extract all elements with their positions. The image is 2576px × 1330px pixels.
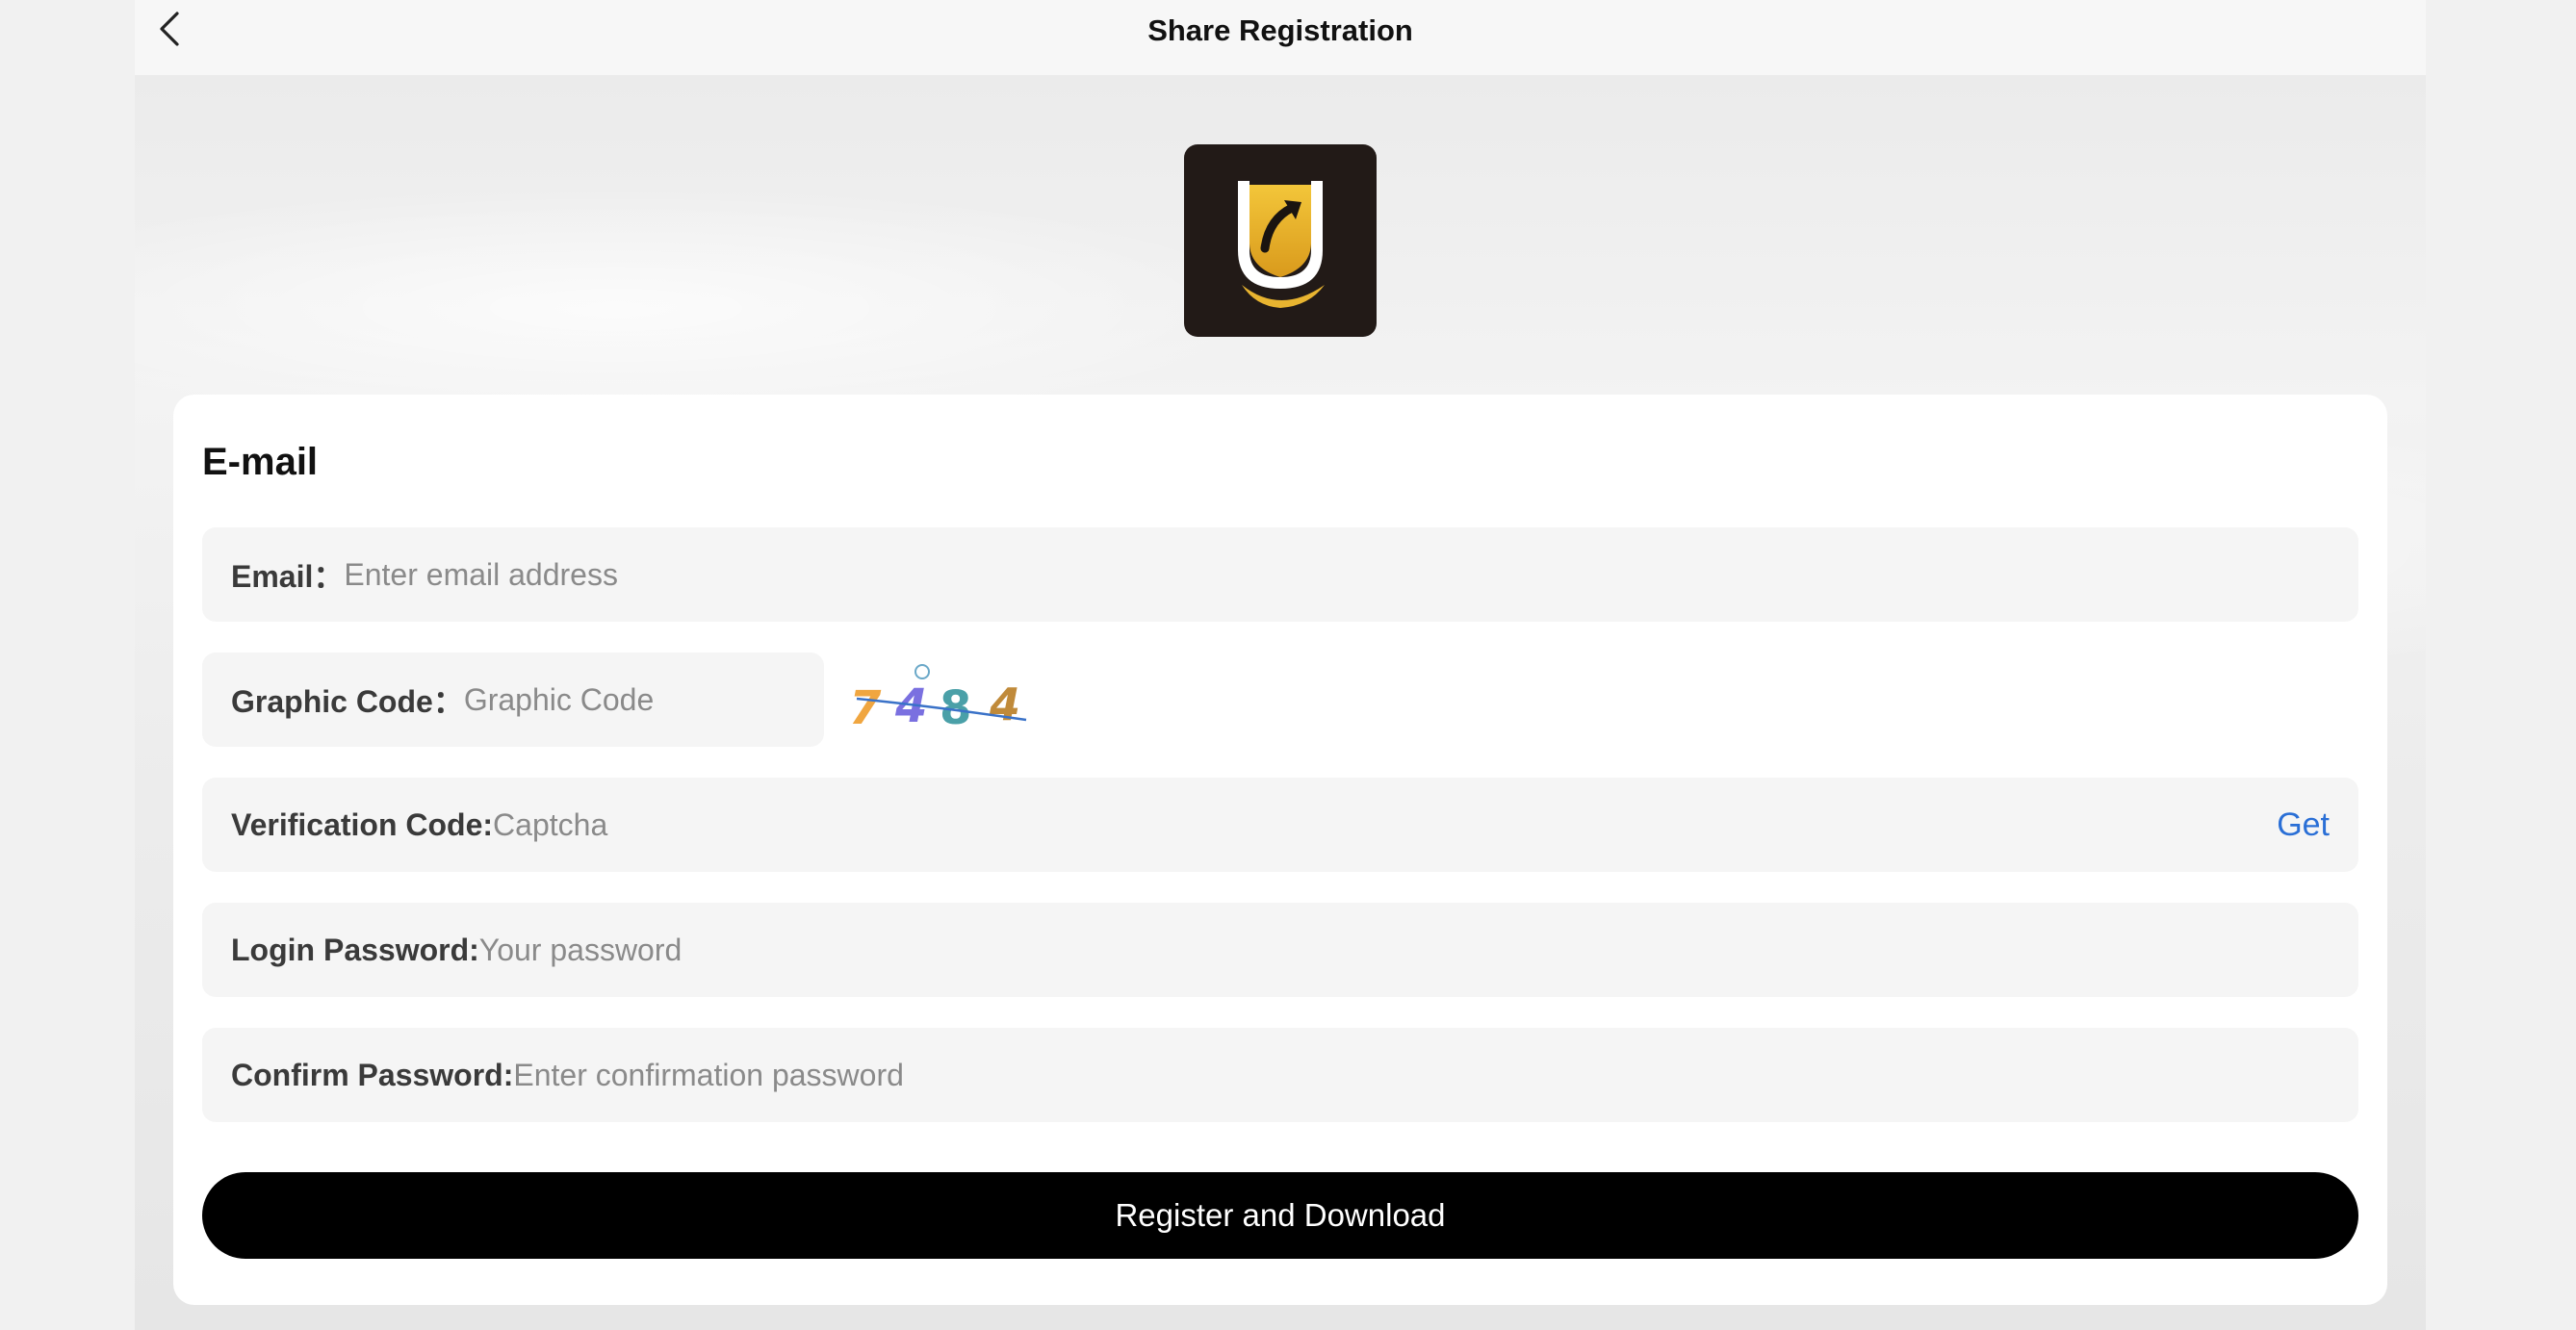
app-logo xyxy=(1184,144,1377,337)
graphic-code-field[interactable]: Graphic Code： xyxy=(202,652,824,747)
captcha-char: 4 xyxy=(989,678,1020,730)
verification-code-field[interactable]: Verification Code: Get xyxy=(202,778,2358,872)
captcha-char: 7 xyxy=(849,681,882,735)
login-password-label: Login Password: xyxy=(231,932,479,967)
registration-card: E-mail Email： Graphic Code： 7 4 8 4 Veri… xyxy=(173,395,2387,1305)
confirm-password-label: Confirm Password: xyxy=(231,1057,514,1092)
verification-code-input[interactable] xyxy=(493,806,2358,843)
login-password-input[interactable] xyxy=(478,932,2358,968)
get-code-button[interactable]: Get xyxy=(2277,778,2330,872)
app-screen: Share Registration E-mail Email： Enter e… xyxy=(135,0,2426,1330)
email-input[interactable] xyxy=(344,556,2358,593)
section-title: E-mail xyxy=(202,441,319,483)
confirm-password-input[interactable] xyxy=(513,1057,2358,1093)
page-title: Share Registration xyxy=(1147,13,1413,47)
graphic-code-label: Graphic Code： xyxy=(231,684,464,719)
email-label: Email： xyxy=(231,559,345,594)
email-field[interactable]: Email： xyxy=(202,527,2358,622)
app-logo-icon xyxy=(1238,181,1325,308)
captcha-image[interactable]: 7 4 8 4 xyxy=(847,658,1040,739)
graphic-code-input[interactable] xyxy=(463,681,824,718)
captcha-icon: 7 4 8 4 xyxy=(849,664,1027,735)
verification-code-label: Verification Code: xyxy=(231,806,494,842)
register-download-button[interactable]: Register and Download xyxy=(202,1172,2358,1259)
confirm-password-field[interactable]: Confirm Password: xyxy=(202,1028,2358,1122)
nav-bar: Share Registration xyxy=(135,0,2426,75)
login-password-field[interactable]: Login Password: xyxy=(202,903,2358,997)
